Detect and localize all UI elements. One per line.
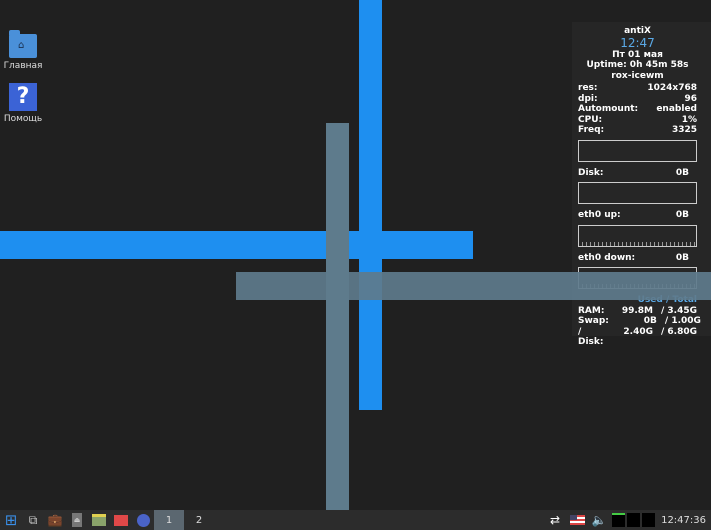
- keyboard-layout-flag-icon[interactable]: [566, 510, 588, 530]
- conky-uptime: Uptime: 0h 45m 58s: [586, 60, 689, 70]
- stat-automount: Automount: enabled: [578, 104, 697, 114]
- wallpaper-gray-vertical: [326, 123, 349, 510]
- home-folder-icon: ⌂: [9, 30, 37, 58]
- desktop-icon-help[interactable]: ? Помощь: [0, 83, 46, 124]
- start-menu-icon[interactable]: ⊞: [0, 510, 22, 530]
- desktop-icon-label: Помощь: [3, 114, 43, 124]
- stat-eth-down: eth0 down: 0B: [578, 252, 689, 263]
- help-icon: ?: [9, 83, 37, 111]
- mem-swap: Swap: 0B/ 1.00G: [578, 316, 701, 326]
- stat-freq: Freq: 3325: [578, 125, 697, 135]
- stat-eth-up: eth0 up: 0B: [578, 210, 689, 220]
- cpu-monitor-icon: [612, 513, 626, 527]
- stat-dpi: dpi: 96: [578, 93, 697, 104]
- taskbar-clock[interactable]: 12:47:36: [655, 515, 711, 526]
- cpu-graph: [578, 139, 697, 162]
- package-installer-icon[interactable]: 💼: [44, 510, 66, 530]
- conky-date: Пт 01 мая: [612, 49, 663, 60]
- desktop-icon-home[interactable]: ⌂ Главная: [0, 30, 46, 71]
- wallpaper-gray-horizontal: [236, 272, 711, 300]
- mem-ram: RAM: 99.8M/ 3.45G: [578, 305, 697, 316]
- taskbar: ⊞ ⧉ 💼 ⏏ 1 2 ⇄ 🔈 12:47:36: [0, 510, 711, 530]
- workspace-1[interactable]: 1: [154, 510, 184, 530]
- browser-icon[interactable]: [132, 510, 154, 530]
- conky-clock: 12:47: [620, 35, 655, 50]
- file-manager-icon[interactable]: [88, 510, 110, 530]
- folder-icon[interactable]: [110, 510, 132, 530]
- eth-up-graph: [578, 224, 697, 247]
- stat-res: res: 1024x768: [578, 83, 697, 93]
- disk-graph: [578, 182, 697, 204]
- wallpaper-blue-vertical: [359, 0, 382, 410]
- workspace-2[interactable]: 2: [184, 510, 214, 530]
- desktop-icon-label: Главная: [3, 61, 43, 71]
- mem-disk: / Disk: 2.40G/ 6.80G: [578, 326, 697, 348]
- network-icon[interactable]: ⇄: [544, 510, 566, 530]
- wallpaper-blue-horizontal: [0, 231, 473, 259]
- memory-monitor-icon: [627, 513, 641, 527]
- stat-cpu: CPU: 1%: [578, 114, 697, 125]
- eject-icon[interactable]: ⏏: [66, 510, 88, 530]
- volume-icon[interactable]: 🔈: [588, 510, 610, 530]
- net-monitor-icon: [642, 513, 656, 527]
- conky-wm: rox-icewm: [611, 70, 664, 81]
- window-list-icon[interactable]: ⧉: [22, 510, 44, 530]
- distro-name: antiX: [624, 26, 651, 36]
- stat-disk: Disk: 0B: [578, 167, 689, 178]
